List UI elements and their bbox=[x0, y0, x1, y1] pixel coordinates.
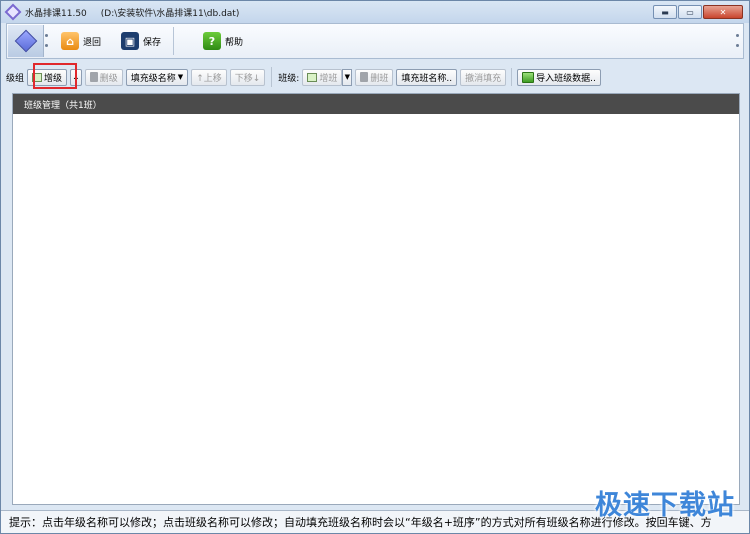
app-window: 水晶排课11.50 (D:\安装软件\水晶排课11\db.dat) ▬ ▭ ✕ … bbox=[0, 0, 750, 534]
add-grade-button[interactable]: 增级 bbox=[27, 68, 68, 86]
move-up-button[interactable]: ↑上移 bbox=[191, 68, 227, 86]
delete-class-label: 删班 bbox=[370, 73, 389, 84]
command-row: 级组 增级 .. 删级 填充级名称 ▼ ↑上移 下移↓ 班级: 增班 ▼ 删班 … bbox=[6, 64, 744, 90]
panel-title: 班级管理（共1班） bbox=[24, 100, 102, 111]
delete-grade-label: 删级 bbox=[99, 73, 118, 84]
class-section-label: 班级: bbox=[278, 73, 300, 84]
grip-dot-icon bbox=[45, 34, 48, 37]
save-button[interactable]: ▣ 保存 bbox=[121, 31, 161, 51]
delete-class-button[interactable]: 删班 bbox=[355, 68, 394, 86]
floppy-disk-icon: ▣ bbox=[121, 32, 139, 50]
window-controls: ▬ ▭ ✕ bbox=[653, 5, 743, 19]
delete-grade-button[interactable]: 删级 bbox=[84, 68, 123, 86]
grade-more-button[interactable]: .. bbox=[70, 68, 82, 86]
save-label: 保存 bbox=[143, 37, 162, 48]
caret-down-icon: ▼ bbox=[177, 73, 184, 81]
class-management-panel: 班级管理（共1班） bbox=[12, 93, 740, 505]
import-class-data-label: 导入班级数据.. bbox=[536, 73, 596, 84]
ribbon-divider bbox=[173, 27, 174, 55]
move-down-button[interactable]: 下移↓ bbox=[229, 68, 266, 86]
trash-icon bbox=[89, 72, 98, 82]
add-class-button[interactable]: 增班 bbox=[302, 68, 343, 86]
app-logo-icon bbox=[4, 3, 22, 21]
fill-class-name-button[interactable]: 填充班名称.. bbox=[396, 68, 458, 86]
help-label: 帮助 bbox=[225, 37, 244, 48]
app-menu-button[interactable] bbox=[8, 25, 44, 57]
close-button[interactable]: ✕ bbox=[703, 5, 743, 19]
window-title: 水晶排课11.50 bbox=[25, 8, 87, 19]
back-button[interactable]: ⌂ 退回 bbox=[61, 31, 101, 51]
minimize-button[interactable]: ▬ bbox=[653, 5, 677, 19]
title-bar: 水晶排课11.50 (D:\安装软件\水晶排课11\db.dat) ▬ ▭ ✕ bbox=[1, 1, 749, 23]
fill-grade-name-label: 填充级名称 bbox=[130, 73, 176, 84]
caret-down-icon: ▼ bbox=[344, 73, 351, 81]
grip-dot-icon bbox=[736, 34, 739, 37]
diamond-logo-icon bbox=[14, 29, 37, 53]
add-class-dropdown[interactable]: ▼ bbox=[342, 68, 353, 86]
maximize-button[interactable]: ▭ bbox=[678, 5, 702, 19]
home-icon: ⌂ bbox=[61, 32, 79, 50]
add-grade-icon bbox=[32, 72, 43, 82]
grip-dot-icon bbox=[736, 44, 739, 47]
panel-header: 班级管理（共1班） bbox=[13, 94, 739, 114]
add-grade-label: 增级 bbox=[44, 73, 63, 84]
ribbon-toolbar: ⌂ 退回 ▣ 保存 ? 帮助 bbox=[6, 23, 744, 59]
add-class-label: 增班 bbox=[319, 73, 338, 84]
toolbar-divider bbox=[271, 67, 273, 87]
fill-grade-name-dropdown[interactable]: 填充级名称 ▼ bbox=[125, 68, 189, 86]
ribbon-grip bbox=[735, 28, 741, 54]
help-icon: ? bbox=[203, 32, 221, 50]
grade-section-label: 级组 bbox=[6, 73, 25, 84]
watermark: 极速下载站 bbox=[595, 490, 735, 521]
toolbar-divider bbox=[511, 68, 513, 86]
import-icon bbox=[522, 71, 535, 83]
back-label: 退回 bbox=[83, 37, 102, 48]
undo-fill-button[interactable]: 撤消填充 bbox=[460, 68, 507, 86]
import-class-data-button[interactable]: 导入班级数据.. bbox=[517, 68, 601, 86]
trash-icon bbox=[360, 72, 369, 82]
grip-dot-icon bbox=[45, 44, 48, 47]
window-file-path: (D:\安装软件\水晶排课11\db.dat) bbox=[100, 8, 240, 19]
add-class-icon bbox=[307, 72, 318, 82]
help-button[interactable]: ? 帮助 bbox=[203, 31, 243, 51]
